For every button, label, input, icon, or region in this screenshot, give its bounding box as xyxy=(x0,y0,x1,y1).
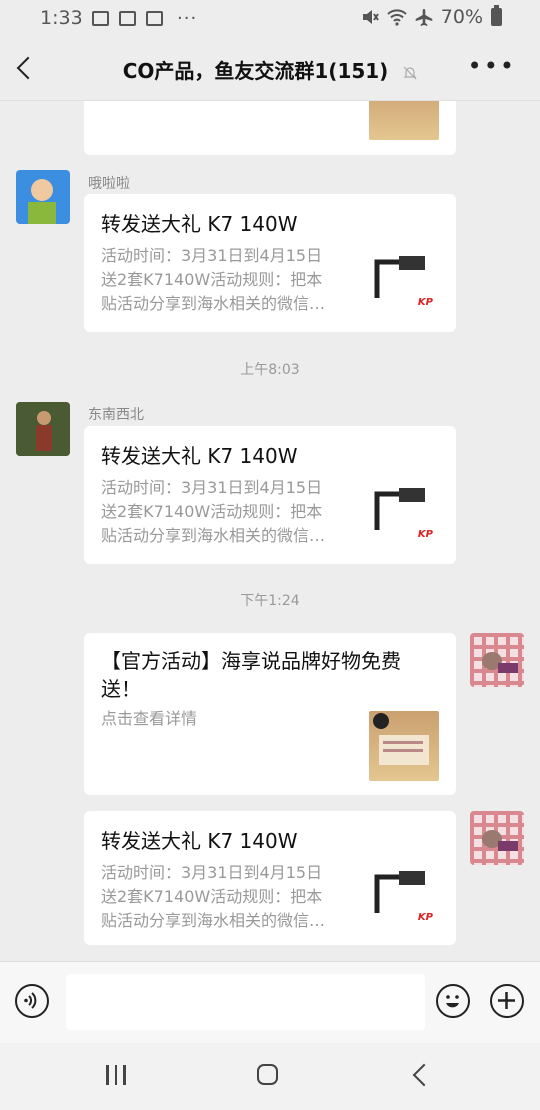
sender-name: 东南西北 xyxy=(88,407,144,423)
brand-logo: KP xyxy=(417,529,433,540)
card-title: 转发送大礼 K7 140W xyxy=(101,444,298,468)
timestamp: 下午1:24 xyxy=(240,593,300,609)
emoji-icon[interactable] xyxy=(436,984,470,1018)
status-time: 1:33 xyxy=(40,7,83,29)
brand-logo: KP xyxy=(417,297,433,308)
plus-icon[interactable] xyxy=(490,984,524,1018)
app-notification-icon xyxy=(119,11,136,26)
recent-apps-icon[interactable] xyxy=(106,1065,126,1085)
card-description: 活动时间：3月31日到4月15日 送2套K7140W活动规则：把本 贴活动分享到… xyxy=(101,478,326,545)
home-icon[interactable] xyxy=(257,1064,278,1085)
chat-title-text: CO产品，鱼友交流群1(151) xyxy=(122,59,389,83)
lamp-thumbnail: KP xyxy=(369,480,439,550)
card-description: 点击查看详情 xyxy=(101,709,198,728)
nav-back-icon[interactable] xyxy=(412,1063,436,1087)
battery-percent: 70% xyxy=(440,6,483,28)
mute-bell-icon xyxy=(403,66,417,79)
sender-name: 哦啦啦 xyxy=(88,176,130,192)
card-description: 活动时间：3月31日到4月15日 送2套K7140W活动规则：把本 贴活动分享到… xyxy=(101,863,326,930)
input-bar xyxy=(0,961,540,1044)
battery-icon xyxy=(491,5,502,26)
system-nav-bar xyxy=(0,1043,540,1110)
timestamp: 上午8:03 xyxy=(240,362,300,378)
lamp-thumbnail: KP xyxy=(369,863,439,933)
card-title: 【官方活动】海享说品牌好物免费 送！ xyxy=(101,649,401,701)
card-title: 转发送大礼 K7 140W xyxy=(101,212,298,236)
avatar[interactable] xyxy=(470,811,524,865)
flyer-thumbnail xyxy=(369,101,439,140)
avatar[interactable] xyxy=(470,633,524,687)
system-status: 70% xyxy=(361,5,502,28)
lamp-thumbnail: KP xyxy=(369,248,439,318)
airplane-mode-icon xyxy=(415,9,433,26)
message-input[interactable] xyxy=(66,974,425,1030)
flyer-thumbnail xyxy=(369,711,439,781)
status-bar: 1:33 ··· 70% xyxy=(0,0,540,38)
voice-icon[interactable] xyxy=(15,984,49,1018)
avatar[interactable] xyxy=(16,170,70,224)
gallery-notification-icon xyxy=(92,11,109,26)
message-list[interactable]: 哦啦啦 转发送大礼 K7 140W 活动时间：3月31日到4月15日 送2套K7… xyxy=(0,101,540,961)
chat-header: CO产品，鱼友交流群1(151) ••• xyxy=(0,38,540,101)
chat-title: CO产品，鱼友交流群1(151) xyxy=(0,55,540,84)
wifi-icon xyxy=(387,9,407,26)
avatar[interactable] xyxy=(16,402,70,456)
link-card-message[interactable]: 转发送大礼 K7 140W 活动时间：3月31日到4月15日 送2套K7140W… xyxy=(84,811,456,945)
link-card-message[interactable]: 【官方活动】海享说品牌好物免费 送！ 点击查看详情 xyxy=(84,633,456,795)
mute-status-icon xyxy=(362,10,379,24)
card-title: 转发送大礼 K7 140W xyxy=(101,829,298,853)
more-notifications-icon: ··· xyxy=(177,8,198,29)
card-description: 活动时间：3月31日到4月15日 送2套K7140W活动规则：把本 贴活动分享到… xyxy=(101,246,326,313)
link-card-message[interactable]: 转发送大礼 K7 140W 活动时间：3月31日到4月15日 送2套K7140W… xyxy=(84,194,456,332)
notification-icons: ··· xyxy=(92,8,197,29)
partial-message-card[interactable] xyxy=(84,101,456,155)
brand-logo: KP xyxy=(417,912,433,923)
more-icon[interactable]: ••• xyxy=(468,52,516,80)
link-card-message[interactable]: 转发送大礼 K7 140W 活动时间：3月31日到4月15日 送2套K7140W… xyxy=(84,426,456,564)
tiktok-notification-icon xyxy=(146,11,163,26)
